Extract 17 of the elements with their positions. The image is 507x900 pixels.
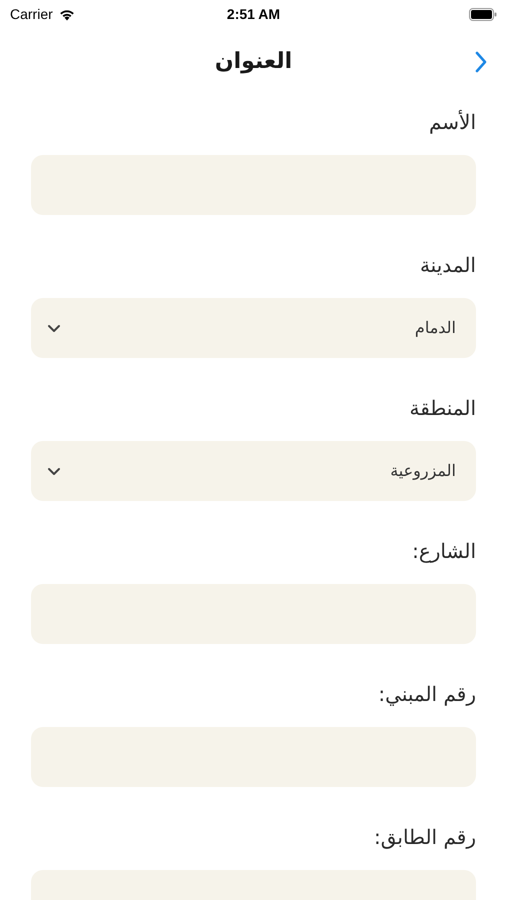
back-button[interactable] — [473, 50, 489, 74]
field-label: المدينة — [418, 252, 476, 279]
status-time: 2:51 AM — [226, 4, 280, 24]
dropdown-field[interactable]: المزروعية — [31, 441, 476, 501]
battery-icon — [469, 8, 497, 20]
wifi-icon — [58, 8, 76, 20]
chevron-down-icon — [47, 466, 61, 476]
field-label: الأسم — [428, 108, 476, 136]
field-label: الشارع: — [411, 538, 476, 565]
field-label: رقم المبني: — [377, 681, 476, 708]
carrier-label: Carrier — [10, 4, 53, 24]
field-label: رقم الطابق: — [372, 824, 476, 851]
field-label: المنطقة — [408, 395, 476, 422]
chevron-down-icon — [47, 324, 61, 332]
dropdown-field[interactable]: الدمام — [31, 298, 476, 358]
chevron-right-icon — [475, 51, 487, 73]
page-title: العنوان — [214, 48, 292, 76]
